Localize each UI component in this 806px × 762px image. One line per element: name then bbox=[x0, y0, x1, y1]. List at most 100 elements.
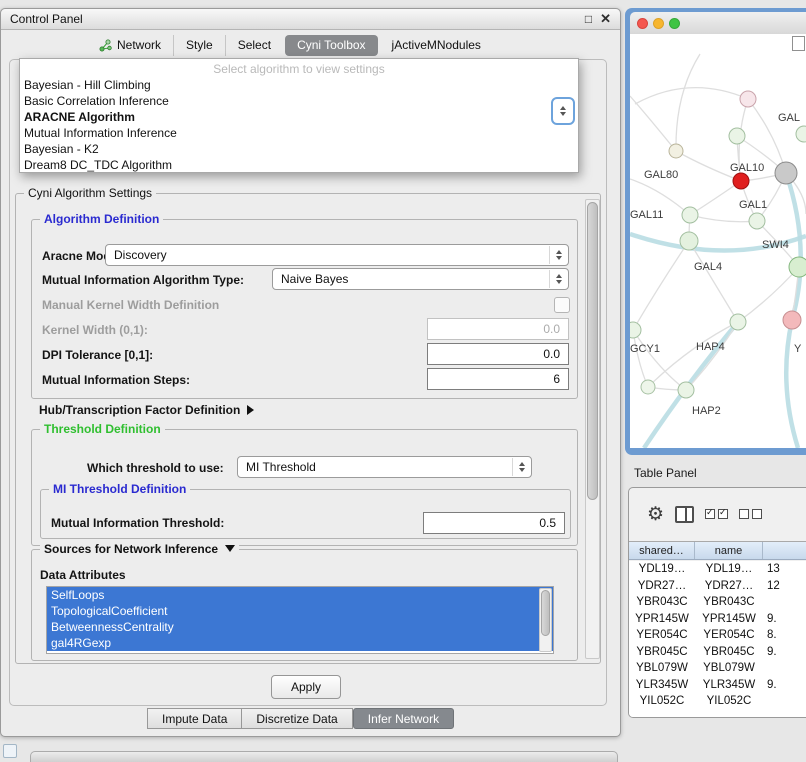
node-label: HAP2 bbox=[692, 405, 721, 417]
bottom-window-edge[interactable] bbox=[30, 751, 618, 762]
node-label: Y bbox=[794, 343, 802, 355]
tab-discretize-data[interactable]: Discretize Data bbox=[242, 708, 352, 729]
network-node[interactable] bbox=[730, 314, 746, 330]
network-node[interactable] bbox=[678, 382, 694, 398]
window-title: Control Panel bbox=[10, 12, 83, 26]
close-traffic-light[interactable] bbox=[637, 18, 648, 29]
column-header-shared[interactable]: shared… bbox=[629, 542, 695, 559]
algorithm-dropdown-placeholder[interactable]: Select algorithm to view settings bbox=[20, 61, 578, 77]
sources-toggle[interactable]: Sources for Network Inference bbox=[40, 542, 239, 557]
tab-infer-network[interactable]: Infer Network bbox=[353, 708, 454, 729]
dpi-tolerance-label: DPI Tolerance [0,1]: bbox=[42, 348, 153, 362]
table-panel-title: Table Panel bbox=[634, 466, 697, 480]
tab-cyni-toolbox[interactable]: Cyni Toolbox bbox=[285, 35, 377, 56]
attributes-scrollbar-thumb[interactable] bbox=[541, 590, 550, 636]
table-row[interactable]: YIL052CYIL052C bbox=[629, 693, 806, 710]
minimized-window-icon[interactable] bbox=[3, 744, 17, 758]
combo-stepper-icon[interactable] bbox=[512, 458, 530, 476]
table-row[interactable]: YBR043CYBR043C bbox=[629, 594, 806, 611]
network-node[interactable] bbox=[729, 128, 745, 144]
control-panel-titlebar[interactable]: Control Panel □ ✕ bbox=[1, 9, 620, 30]
cell: YDL19… bbox=[695, 561, 763, 578]
network-node[interactable] bbox=[796, 126, 806, 142]
attributes-scrollbar[interactable] bbox=[539, 588, 552, 652]
attribute-item[interactable]: BetweennessCentrality bbox=[47, 619, 553, 635]
combo-stepper-icon[interactable] bbox=[549, 270, 567, 288]
tab-style[interactable]: Style bbox=[173, 35, 225, 56]
table-header-row: shared… name bbox=[629, 541, 806, 560]
minimize-traffic-light[interactable] bbox=[653, 18, 664, 29]
network-node[interactable] bbox=[682, 207, 698, 223]
network-node[interactable] bbox=[740, 91, 756, 107]
network-node[interactable] bbox=[775, 162, 797, 184]
dropdown-item[interactable]: Basic Correlation Inference bbox=[20, 93, 578, 109]
data-attributes-list[interactable]: SelfLoops TopologicalCoefficient Between… bbox=[46, 586, 554, 654]
table-row[interactable]: YDL19…YDL19…13 bbox=[629, 561, 806, 578]
settings-gear-icon[interactable]: ⚙ bbox=[647, 505, 664, 524]
cell: 9. bbox=[763, 677, 806, 694]
zoom-traffic-light[interactable] bbox=[669, 18, 680, 29]
table-row[interactable]: YBR045CYBR045C9. bbox=[629, 644, 806, 661]
cell: YPR145W bbox=[629, 611, 695, 628]
apply-button[interactable]: Apply bbox=[271, 675, 341, 699]
tab-select[interactable]: Select bbox=[225, 35, 283, 56]
algorithm-combo-stepper[interactable] bbox=[551, 97, 575, 125]
manual-kernel-checkbox[interactable] bbox=[554, 297, 570, 313]
network-tab-icon bbox=[99, 39, 112, 52]
cell: YIL052C bbox=[629, 693, 695, 710]
combo-stepper-icon[interactable] bbox=[549, 246, 567, 264]
node-label: GCY1 bbox=[630, 343, 660, 355]
dropdown-item[interactable]: Mutual Information Inference bbox=[20, 125, 578, 141]
control-panel-window: Control Panel □ ✕ Network Style Select C… bbox=[0, 8, 621, 737]
cell: YBR043C bbox=[695, 594, 763, 611]
dropdown-item-selected[interactable]: ARACNE Algorithm bbox=[20, 109, 578, 125]
close-icon[interactable]: ✕ bbox=[600, 11, 611, 27]
network-node[interactable] bbox=[789, 257, 806, 277]
network-canvas[interactable]: GAL80 GAL10 GAL11 GAL1 SWI4 GAL4 GCY1 HA… bbox=[630, 34, 806, 448]
dpi-tolerance-field[interactable] bbox=[427, 343, 569, 365]
tab-impute-data[interactable]: Impute Data bbox=[147, 708, 242, 729]
dropdown-item[interactable]: Dream8 DC_TDC Algorithm bbox=[20, 157, 578, 173]
kernel-width-field[interactable] bbox=[427, 318, 569, 340]
mi-type-select[interactable]: Naive Bayes bbox=[272, 268, 569, 290]
which-threshold-label: Which threshold to use: bbox=[87, 461, 224, 475]
deselect-all-icon[interactable] bbox=[739, 509, 762, 519]
float-window-icon[interactable]: □ bbox=[585, 12, 592, 26]
cell bbox=[763, 594, 806, 611]
network-node[interactable] bbox=[783, 311, 801, 329]
network-view-titlebar[interactable] bbox=[630, 12, 806, 34]
canvas-corner-widget[interactable] bbox=[792, 36, 805, 51]
network-node[interactable] bbox=[749, 213, 765, 229]
hub-section-toggle[interactable]: Hub/Transcription Factor Definition bbox=[39, 403, 254, 417]
attribute-item[interactable]: TopologicalCoefficient bbox=[47, 603, 553, 619]
network-node[interactable] bbox=[630, 322, 641, 338]
table-row[interactable]: YBL079WYBL079W bbox=[629, 660, 806, 677]
mi-threshold-field[interactable] bbox=[423, 512, 565, 534]
dropdown-item[interactable]: Bayesian - K2 bbox=[20, 141, 578, 157]
attribute-item[interactable]: SelfLoops bbox=[47, 587, 553, 603]
column-header-partial[interactable] bbox=[763, 542, 806, 559]
which-threshold-select[interactable]: MI Threshold bbox=[237, 456, 532, 478]
network-node[interactable] bbox=[641, 380, 655, 394]
cell: YBL079W bbox=[695, 660, 763, 677]
aracne-mode-select[interactable]: Discovery bbox=[105, 244, 569, 266]
mi-type-value: Naive Bayes bbox=[281, 272, 348, 286]
column-layout-icon[interactable] bbox=[675, 506, 694, 523]
column-header-name[interactable]: name bbox=[695, 542, 763, 559]
network-node-selected[interactable] bbox=[733, 173, 749, 189]
mi-steps-field[interactable] bbox=[427, 368, 569, 390]
network-node[interactable] bbox=[669, 144, 683, 158]
dropdown-item[interactable]: Bayesian - Hill Climbing bbox=[20, 77, 578, 93]
tab-jactivemnodules[interactable]: jActiveMNodules bbox=[380, 35, 493, 56]
table-row[interactable]: YER054CYER054C8. bbox=[629, 627, 806, 644]
table-row[interactable]: YDR27…YDR27…12 bbox=[629, 578, 806, 595]
table-row[interactable]: YLR345WYLR345W9. bbox=[629, 677, 806, 694]
table-row[interactable]: YPR145WYPR145W9. bbox=[629, 611, 806, 628]
network-node[interactable] bbox=[680, 232, 698, 250]
select-all-icon[interactable] bbox=[705, 509, 728, 519]
attribute-item[interactable]: gal4RGexp bbox=[47, 635, 553, 651]
settings-scrollbar-thumb[interactable] bbox=[587, 202, 598, 500]
settings-scrollbar[interactable] bbox=[585, 199, 600, 659]
tab-network[interactable]: Network bbox=[87, 35, 173, 56]
cell: YER054C bbox=[695, 627, 763, 644]
